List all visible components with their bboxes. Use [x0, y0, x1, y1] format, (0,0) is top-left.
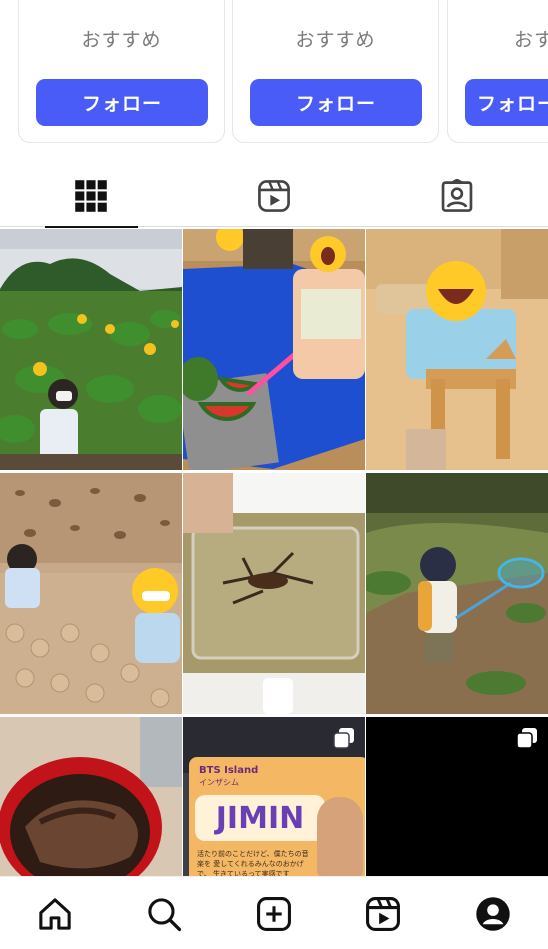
- post-thumbnail[interactable]: [0, 717, 182, 876]
- reels-icon: [366, 897, 400, 931]
- post-thumbnail[interactable]: [366, 229, 548, 470]
- ball-pit-photo: [0, 473, 182, 714]
- crayfish-container-photo: [183, 473, 365, 714]
- nav-profile-button[interactable]: [474, 895, 512, 933]
- suggestion-card[interactable]: おすすめ フォロー: [447, 0, 548, 143]
- suggested-accounts: おすすめ フォロー おすすめ フォロー おすすめ フォロー: [0, 0, 548, 150]
- suggestion-card[interactable]: おすすめ フォロー: [232, 0, 439, 143]
- follow-button[interactable]: フォロー: [250, 79, 422, 126]
- home-icon: [39, 898, 71, 930]
- poster-logo-sub: インザシム: [199, 778, 239, 787]
- tab-posts-grid[interactable]: [0, 165, 182, 228]
- nav-reels-button[interactable]: [364, 895, 402, 933]
- reels-icon: [258, 180, 290, 212]
- bug-net-forest-photo: [366, 473, 548, 714]
- suggestion-label: おすすめ: [514, 29, 548, 51]
- post-thumbnail[interactable]: [183, 473, 365, 714]
- follow-button[interactable]: フォロー: [465, 79, 548, 126]
- search-icon: [148, 898, 182, 932]
- posts-grid: BTS Island インザシム JIMIN 活たり前のことだけど、僕たちの音楽…: [0, 229, 548, 876]
- nav-search-button[interactable]: [145, 895, 183, 933]
- post-thumbnail[interactable]: BTS Island インザシム JIMIN 活たり前のことだけど、僕たちの音楽…: [183, 717, 365, 876]
- poster-logo: BTS Island: [199, 765, 259, 776]
- profile-icon: [476, 897, 510, 931]
- multiple-posts-icon: [516, 728, 537, 749]
- watermelon-play-photo: [183, 229, 365, 470]
- multiple-posts-icon: [333, 728, 354, 749]
- create-icon: [257, 897, 291, 931]
- profile-screen: おすすめ フォロー おすすめ フォロー おすすめ フォロー: [0, 0, 548, 949]
- poster-title: JIMIN: [195, 795, 325, 841]
- tab-tagged[interactable]: [366, 165, 548, 227]
- grid-icon: [75, 180, 107, 212]
- poster-caption: 活たり前のことだけど、僕たちの音楽を 愛してくれるみんなのおかげで、 生きている…: [197, 850, 309, 876]
- grilled-fish-bowl-photo: [0, 717, 182, 876]
- post-thumbnail[interactable]: [366, 717, 548, 876]
- poster-card: BTS Island インザシム JIMIN 活たり前のことだけど、僕たちの音楽…: [189, 757, 365, 876]
- poster-character: [317, 797, 363, 876]
- post-thumbnail[interactable]: [183, 229, 365, 470]
- sunflower-field-photo: [0, 229, 182, 470]
- tab-reels[interactable]: [183, 165, 365, 227]
- post-thumbnail[interactable]: [366, 473, 548, 714]
- follow-button[interactable]: フォロー: [36, 79, 208, 126]
- suggestion-label: おすすめ: [295, 29, 376, 51]
- tagged-icon: [441, 179, 473, 212]
- suggestion-card[interactable]: おすすめ フォロー: [18, 0, 225, 143]
- wooden-horse-photo: [366, 229, 548, 470]
- nav-create-button[interactable]: [255, 895, 293, 933]
- suggestion-label: おすすめ: [81, 29, 162, 51]
- profile-tabs: [0, 165, 548, 228]
- bottom-navigation: [0, 876, 548, 949]
- nav-home-button[interactable]: [36, 895, 74, 933]
- post-thumbnail[interactable]: [0, 473, 182, 714]
- post-thumbnail[interactable]: [0, 229, 182, 470]
